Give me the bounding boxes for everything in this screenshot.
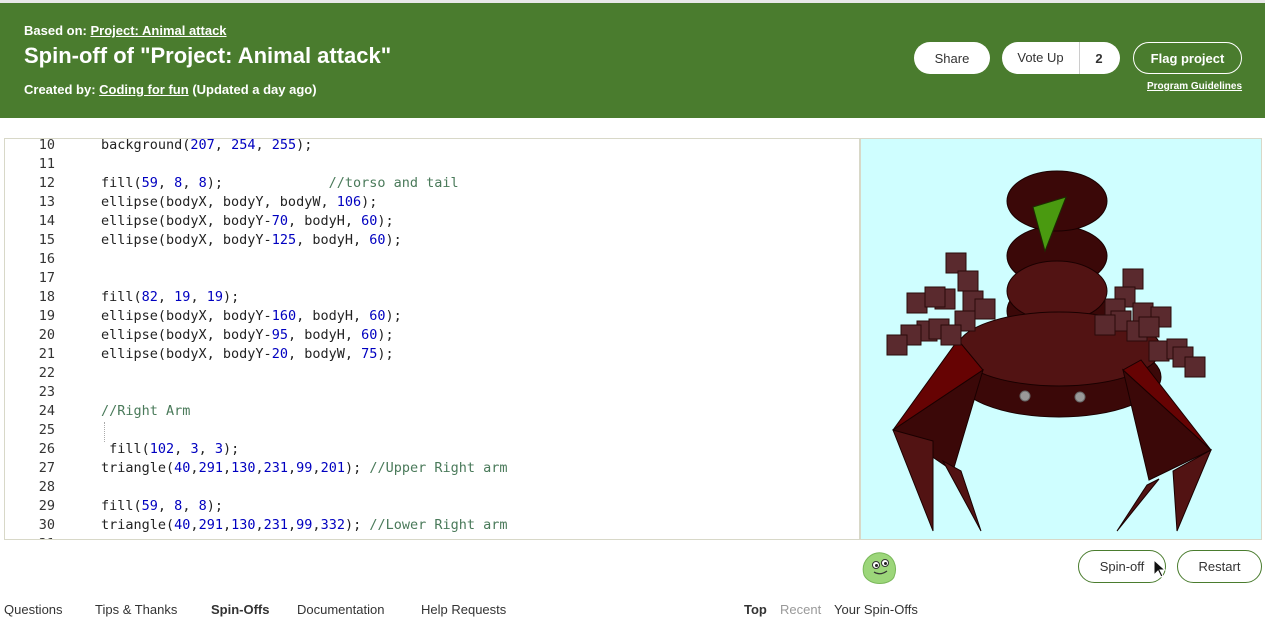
tab-tips-thanks[interactable]: Tips & Thanks — [95, 602, 177, 617]
code-text[interactable]: background(207, 254, 255); — [55, 139, 312, 155]
code-text[interactable]: triangle(40,291,130,231,99,201); //Upper… — [55, 459, 508, 478]
code-text[interactable]: ellipse(bodyX, bodyY-70, bodyH, 60); — [55, 212, 394, 231]
line-number: 12 — [38, 175, 55, 191]
created-by-label: Created by: — [24, 82, 96, 97]
restart-button[interactable]: Restart — [1177, 550, 1262, 583]
code-text[interactable]: fill(59, 8, 8); — [55, 497, 223, 516]
vote-up-button[interactable]: Vote Up 2 — [1002, 42, 1120, 74]
page-title: Spin-off of "Project: Animal attack" — [24, 43, 392, 68]
your-spin-offs-link[interactable]: Your Spin-Offs — [834, 602, 918, 617]
code-line[interactable]: 11 — [5, 155, 855, 174]
sort-recent[interactable]: Recent — [780, 602, 821, 617]
code-line[interactable]: 16 — [5, 250, 855, 269]
code-line[interactable]: 31 — [5, 535, 855, 539]
code-text[interactable]: ellipse(bodyX, bodyY-95, bodyH, 60); — [55, 326, 394, 345]
code-line[interactable]: 14 ellipse(bodyX, bodyY-70, bodyH, 60); — [5, 212, 855, 231]
indent-guide — [104, 422, 105, 442]
right-claw-2 — [1116, 478, 1160, 532]
code-line[interactable]: 17 — [5, 269, 855, 288]
code-line[interactable]: 22 — [5, 364, 855, 383]
code-line[interactable]: 25 — [5, 421, 855, 440]
code-line[interactable]: 26 fill(102, 3, 3); — [5, 440, 855, 459]
mouse-cursor-icon — [1153, 558, 1167, 584]
code-line[interactable]: 13 ellipse(bodyX, bodyY, bodyW, 106); — [5, 193, 855, 212]
line-number: 18 — [38, 289, 55, 305]
code-line[interactable]: 19 ellipse(bodyX, bodyY-160, bodyH, 60); — [5, 307, 855, 326]
tab-documentation[interactable]: Documentation — [297, 602, 384, 617]
line-number: 13 — [38, 194, 55, 210]
line-number: 21 — [38, 346, 55, 362]
code-line[interactable]: 28 — [5, 478, 855, 497]
bottom-tabs: Questions Tips & Thanks Spin-Offs Docume… — [0, 600, 1265, 617]
sort-top[interactable]: Top — [744, 602, 767, 617]
code-line[interactable]: 12 fill(59, 8, 8); //torso and tail — [5, 174, 855, 193]
line-number: 31 — [5, 535, 55, 539]
code-text[interactable]: //Right Arm — [55, 402, 190, 421]
left-claw-2 — [941, 459, 982, 532]
line-number: 30 — [38, 517, 55, 533]
code-text[interactable]: fill(82, 19, 19); — [55, 288, 239, 307]
code-line[interactable]: 29 fill(59, 8, 8); — [5, 497, 855, 516]
line-number: 28 — [38, 479, 55, 495]
tab-questions[interactable]: Questions — [4, 602, 63, 617]
output-drawing — [886, 170, 1213, 532]
line-number: 17 — [38, 270, 55, 286]
line-number: 22 — [38, 365, 55, 381]
code-editor[interactable]: 10 background(207, 254, 255); 11 12 fill(59,… — [4, 138, 860, 540]
based-on-link[interactable]: Project: Animal attack — [90, 23, 226, 38]
line-number: 29 — [38, 498, 55, 514]
line-number: 25 — [38, 422, 55, 438]
code-line[interactable]: 15 ellipse(bodyX, bodyY-125, bodyH, 60); — [5, 231, 855, 250]
tab-spin-offs[interactable]: Spin-Offs — [211, 602, 270, 617]
code-line[interactable]: 27 triangle(40,291,130,231,99,201); //Upp… — [5, 459, 855, 478]
code-text[interactable]: ellipse(bodyX, bodyY-160, bodyH, 60); — [55, 307, 402, 326]
line-number: 23 — [38, 384, 55, 400]
body-dot-right — [1074, 391, 1086, 403]
line-number: 24 — [38, 403, 55, 419]
code-line[interactable]: 23 — [5, 383, 855, 402]
line-number: 11 — [38, 156, 55, 172]
line-number: 14 — [38, 213, 55, 229]
program-output-canvas[interactable] — [860, 138, 1262, 540]
code-line[interactable]: 21 ellipse(bodyX, bodyY-20, bodyW, 75); — [5, 345, 855, 364]
flag-project-button[interactable]: Flag project — [1133, 42, 1242, 74]
project-header: Based on: Project: Animal attack Spin-of… — [0, 0, 1265, 118]
line-number: 27 — [38, 460, 55, 476]
updated-text: (Updated a day ago) — [192, 82, 317, 97]
top-divider — [0, 0, 1265, 3]
tab-help-requests[interactable]: Help Requests — [421, 602, 506, 617]
vote-count: 2 — [1095, 50, 1103, 66]
vote-up-label[interactable]: Vote Up — [1002, 42, 1080, 74]
line-number: 16 — [38, 251, 55, 267]
created-by: Created by: Coding for fun (Updated a da… — [24, 82, 317, 97]
code-text[interactable]: ellipse(bodyX, bodyY, bodyW, 106); — [55, 193, 377, 212]
code-line[interactable]: 10 background(207, 254, 255); — [5, 138, 855, 155]
code-line[interactable]: 30 triangle(40,291,130,231,99,332); //Low… — [5, 516, 855, 535]
body-dot-left — [1019, 390, 1031, 402]
creator-link[interactable]: Coding for fun — [99, 82, 189, 97]
program-guidelines-link[interactable]: Program Guidelines — [1147, 81, 1242, 92]
code-line[interactable]: 18 fill(82, 19, 19); — [5, 288, 855, 307]
line-number: 15 — [38, 232, 55, 248]
line-number: 10 — [38, 138, 55, 153]
based-on-label: Based on: — [24, 23, 87, 38]
code-text[interactable]: fill(59, 8, 8); //torso and tail — [55, 174, 459, 193]
based-on: Based on: Project: Animal attack — [24, 23, 227, 38]
line-number: 20 — [38, 327, 55, 343]
left-claw-1 — [892, 429, 934, 532]
line-number: 19 — [38, 308, 55, 324]
code-text[interactable]: ellipse(bodyX, bodyY-125, bodyH, 60); — [55, 231, 402, 250]
code-line[interactable]: 20 ellipse(bodyX, bodyY-95, bodyH, 60); — [5, 326, 855, 345]
share-button[interactable]: Share — [914, 42, 990, 74]
code-text[interactable]: fill(102, 3, 3); — [55, 440, 239, 459]
code-text[interactable]: ellipse(bodyX, bodyY-20, bodyW, 75); — [55, 345, 394, 364]
line-number: 26 — [38, 441, 55, 457]
code-text[interactable]: triangle(40,291,130,231,99,332); //Lower… — [55, 516, 508, 535]
avatar-icon — [858, 547, 900, 592]
code-line[interactable]: 24//Right Arm — [5, 402, 855, 421]
